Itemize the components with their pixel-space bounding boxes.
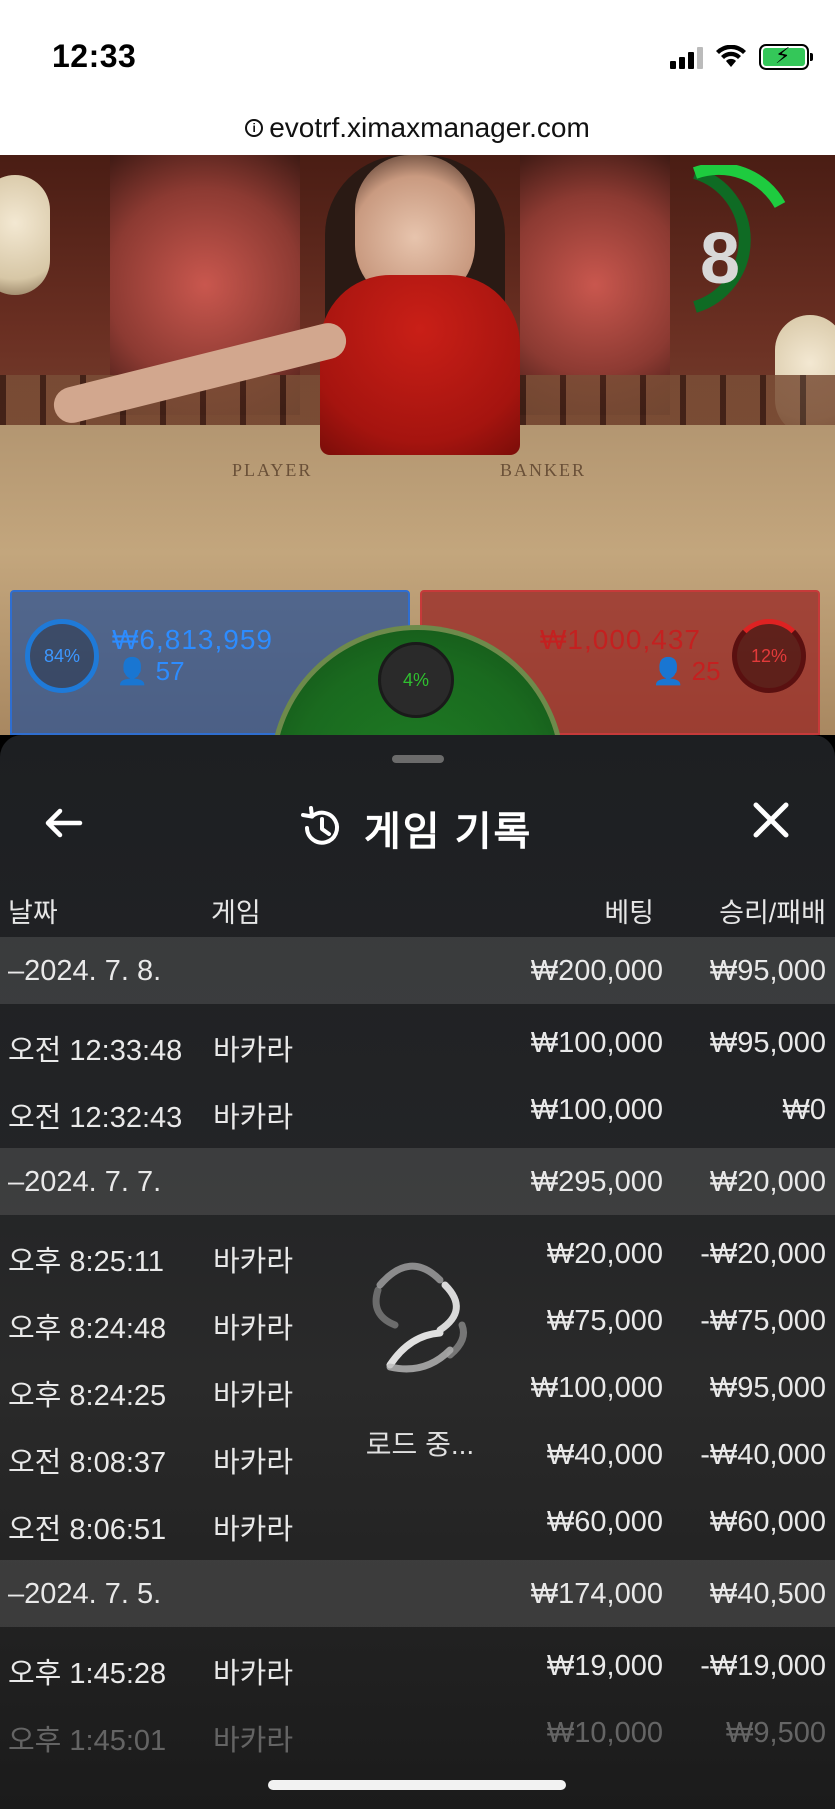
row-game: 바카라: [213, 1035, 294, 1067]
row-bet: ₩20,000: [546, 1238, 663, 1270]
battery-charging-icon: ⚡: [759, 43, 813, 70]
home-indicator[interactable]: [268, 1780, 566, 1790]
row-game: 바카라: [213, 1658, 294, 1690]
loading-indicator: 로드 중...: [350, 1255, 490, 1465]
row-bet: ₩295,000: [530, 1166, 663, 1198]
tie-percent-ring: 4%: [378, 642, 454, 718]
row-winloss: ₩9,500: [726, 1717, 826, 1749]
row-winloss: ₩95,000: [709, 955, 826, 987]
table-label-player: PLAYER: [232, 460, 313, 480]
banker-bet-amount: ₩1,000,437: [540, 624, 701, 655]
history-row[interactable]: 오전 12:33:48 바카라 ₩100,000 ₩95,000: [0, 1009, 835, 1076]
row-bet: ₩174,000: [530, 1578, 663, 1610]
loading-spinner-icon: [372, 1262, 467, 1373]
column-game: 게임: [211, 898, 261, 928]
address-bar[interactable]: i evotrf.ximaxmanager.com: [0, 100, 835, 155]
row-game: 바카라: [213, 1447, 294, 1479]
row-winloss: ₩40,500: [709, 1578, 826, 1610]
row-bet: ₩19,000: [546, 1650, 663, 1682]
row-winloss: -₩75,000: [700, 1305, 826, 1337]
row-bet: ₩60,000: [546, 1506, 663, 1538]
banker-percent-ring: 12%: [732, 619, 806, 693]
row-winloss: ₩20,000: [709, 1166, 826, 1198]
info-icon[interactable]: i: [245, 118, 264, 137]
row-game: 바카라: [213, 1380, 294, 1412]
column-winloss: 승리/패배: [719, 898, 826, 928]
sheet-title-text: 게임 기록: [364, 810, 533, 854]
cellular-signal-icon: [670, 45, 703, 69]
row-winloss: ₩60,000: [709, 1506, 826, 1538]
user-icon: 👤: [116, 656, 149, 686]
row-bet: ₩100,000: [530, 1372, 663, 1404]
row-date: 오전 12:33:48: [8, 1035, 183, 1067]
player-percent-ring: 84%: [25, 619, 99, 693]
player-bettor-count: 👤 57: [116, 656, 185, 687]
date-group-row[interactable]: –2024. 7. 5. ₩174,000 ₩40,500: [0, 1560, 835, 1627]
column-bet: 베팅: [604, 898, 654, 928]
row-date: 오후 1:45:28: [8, 1658, 167, 1690]
row-winloss: ₩95,000: [709, 1027, 826, 1059]
row-date: 오후 1:45:01: [8, 1725, 167, 1757]
row-winloss: -₩40,000: [700, 1439, 826, 1471]
countdown-timer: 8: [700, 219, 741, 299]
date-group-row[interactable]: –2024. 7. 8. ₩200,000 ₩95,000: [0, 937, 835, 1004]
back-arrow-icon[interactable]: [40, 803, 90, 843]
status-icons: ⚡: [670, 43, 813, 70]
row-bet: ₩10,000: [546, 1717, 663, 1749]
history-row[interactable]: 오후 1:45:28 바카라 ₩19,000 -₩19,000: [0, 1632, 835, 1699]
row-winloss: -₩19,000: [700, 1650, 826, 1682]
row-date: –2024. 7. 7.: [8, 1166, 162, 1198]
banker-bettor-count: 👤 25: [652, 656, 721, 687]
player-percent: 84%: [43, 645, 81, 666]
banker-percent: 12%: [750, 645, 788, 666]
row-winloss: -₩20,000: [700, 1238, 826, 1270]
row-date: –2024. 7. 8.: [8, 955, 162, 987]
status-bar: 12:33 ⚡: [0, 0, 835, 100]
sheet-title: 게임 기록: [298, 799, 532, 857]
row-date: 오전 8:06:51: [8, 1514, 167, 1546]
close-icon[interactable]: [748, 797, 794, 843]
row-date: –2024. 7. 5.: [8, 1578, 162, 1610]
history-table-header: 날짜 게임 베팅 승리/패배: [0, 873, 835, 937]
row-bet: ₩40,000: [546, 1439, 663, 1471]
url-text: evotrf.ximaxmanager.com: [269, 111, 590, 143]
row-date: 오전 8:08:37: [8, 1447, 167, 1479]
history-row[interactable]: 오전 12:32:43 바카라 ₩100,000 ₩0: [0, 1076, 835, 1143]
banker-count: 25: [691, 656, 721, 686]
dealer-body: [320, 275, 520, 455]
row-game: 바카라: [213, 1313, 294, 1345]
player-bet-amount: ₩6,813,959: [112, 624, 273, 655]
player-count: 57: [155, 656, 185, 686]
table-label-banker: BANKER: [500, 460, 587, 480]
sheet-header: 게임 기록: [0, 775, 835, 865]
row-bet: ₩75,000: [546, 1305, 663, 1337]
history-icon: [301, 806, 339, 845]
row-date: 오전 12:32:43: [8, 1102, 183, 1134]
row-game: 바카라: [213, 1725, 294, 1757]
row-bet: ₩200,000: [530, 955, 663, 987]
tie-percent: 4%: [402, 669, 429, 690]
loading-text: 로드 중...: [365, 1429, 475, 1460]
row-bet: ₩100,000: [530, 1094, 663, 1126]
column-date: 날짜: [8, 898, 58, 928]
row-game: 바카라: [213, 1514, 294, 1546]
status-time: 12:33: [52, 38, 137, 74]
history-row[interactable]: 오전 8:06:51 바카라 ₩60,000 ₩60,000: [0, 1488, 835, 1555]
user-icon: 👤: [652, 656, 685, 686]
row-game: 바카라: [213, 1102, 294, 1134]
row-date: 오후 8:25:11: [8, 1246, 165, 1278]
row-winloss: ₩95,000: [709, 1372, 826, 1404]
row-winloss: ₩0: [782, 1094, 827, 1126]
row-bet: ₩100,000: [530, 1027, 663, 1059]
date-group-row[interactable]: –2024. 7. 7. ₩295,000 ₩20,000: [0, 1148, 835, 1215]
lantern-left: [0, 175, 50, 295]
row-game: 바카라: [213, 1246, 294, 1278]
wifi-icon: [716, 45, 746, 67]
history-row[interactable]: 오후 1:45:01 바카라 ₩10,000 ₩9,500: [0, 1699, 835, 1766]
row-date: 오후 8:24:25: [8, 1380, 167, 1412]
sheet-drag-handle[interactable]: [392, 755, 444, 763]
row-date: 오후 8:24:48: [8, 1313, 167, 1345]
